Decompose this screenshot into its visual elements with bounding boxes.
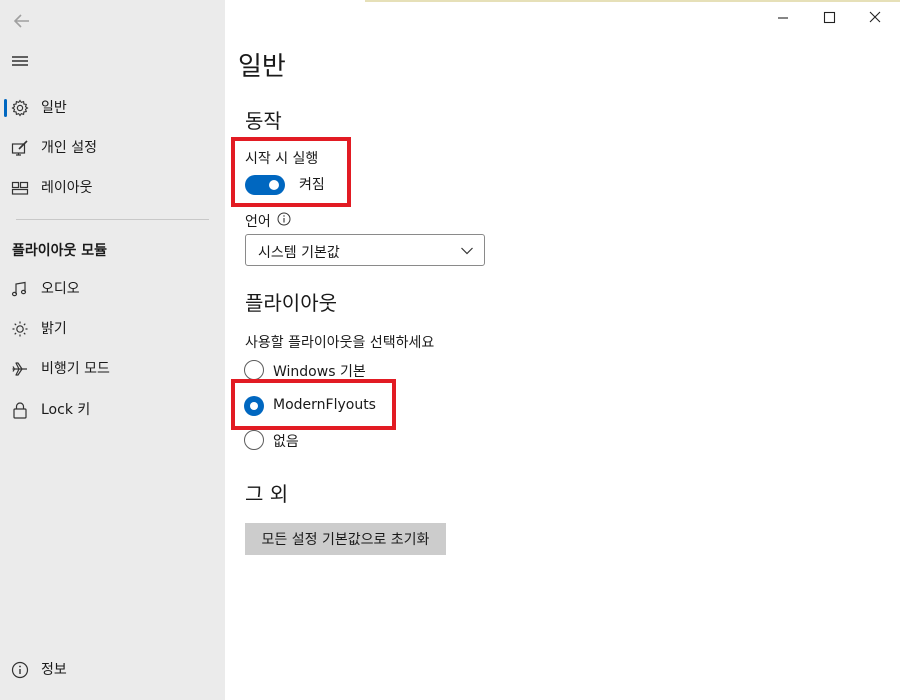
top-edge-line [365, 0, 900, 2]
startup-toggle-state: 켜짐 [299, 177, 325, 193]
music-note-icon [11, 280, 29, 298]
language-select-value: 시스템 기본값 [258, 245, 340, 261]
back-button[interactable] [10, 9, 34, 33]
close-icon [869, 11, 881, 23]
sun-icon [11, 320, 29, 338]
radio-button[interactable] [244, 360, 264, 380]
radio-label: ModernFlyouts [273, 397, 376, 413]
sidebar-item-label: 개인 설정 [41, 140, 97, 156]
sidebar: 일반 개인 설정 레이아웃 플라이아웃 모듈 오디오 밝기 비행기 모드 Loc… [0, 0, 225, 700]
chevron-down-icon [460, 244, 474, 258]
sidebar-divider [16, 219, 209, 220]
back-arrow-icon [13, 14, 29, 28]
hamburger-menu-icon [12, 56, 28, 66]
sidebar-item-airplane[interactable]: 비행기 모드 [0, 352, 225, 386]
startup-toggle[interactable] [245, 175, 285, 195]
sidebar-item-label: 오디오 [41, 281, 80, 297]
maximize-button[interactable] [816, 5, 842, 31]
sidebar-item-layout[interactable]: 레이아웃 [0, 171, 225, 205]
settings-window: 일반 개인 설정 레이아웃 플라이아웃 모듈 오디오 밝기 비행기 모드 Loc… [0, 0, 900, 700]
minimize-icon [778, 17, 788, 19]
personalize-icon [11, 139, 29, 157]
startup-label: 시작 시 실행 [245, 151, 319, 167]
flyout-prompt: 사용할 플라이아웃을 선택하세요 [245, 335, 435, 351]
sidebar-item-personalize[interactable]: 개인 설정 [0, 131, 225, 165]
radio-label: 없음 [273, 434, 299, 450]
airplane-icon [11, 360, 29, 378]
sidebar-item-label: 밝기 [41, 321, 67, 337]
sidebar-item-about[interactable]: 정보 [0, 653, 225, 687]
section-header-flyout-modules: 플라이아웃 모듈 [12, 243, 108, 259]
page-title: 일반 [238, 52, 286, 82]
radio-button[interactable] [244, 430, 264, 450]
menu-button[interactable] [8, 49, 34, 73]
sidebar-item-general[interactable]: 일반 [0, 91, 225, 125]
sidebar-item-audio[interactable]: 오디오 [0, 272, 225, 306]
section-title-behavior: 동작 [245, 109, 282, 133]
maximize-icon [823, 11, 836, 24]
info-icon [11, 661, 29, 679]
sidebar-item-label: 레이아웃 [41, 180, 93, 196]
language-select[interactable]: 시스템 기본값 [245, 234, 485, 266]
section-title-flyout: 플라이아웃 [245, 291, 337, 315]
sidebar-item-brightness[interactable]: 밝기 [0, 312, 225, 346]
minimize-button[interactable] [770, 5, 796, 31]
sidebar-item-label: 비행기 모드 [41, 361, 110, 377]
radio-button-selected[interactable] [244, 396, 264, 416]
sidebar-item-label: 정보 [41, 662, 67, 678]
gear-icon [11, 99, 29, 117]
layout-icon [11, 179, 29, 197]
language-label: 언어 [245, 214, 271, 230]
radio-label: Windows 기본 [273, 364, 366, 380]
close-button[interactable] [862, 5, 888, 31]
sidebar-item-label: 일반 [41, 100, 67, 116]
section-title-other: 그 외 [245, 482, 289, 506]
lock-icon [11, 401, 29, 419]
selection-indicator [4, 99, 7, 117]
sidebar-item-lock-keys[interactable]: Lock 키 [0, 393, 225, 427]
reset-settings-button[interactable]: 모든 설정 기본값으로 초기화 [245, 523, 446, 555]
toggle-knob [269, 180, 279, 190]
main-content: 일반 동작 시작 시 실행 켜짐 언어 시스템 기본값 플라이아웃 사용할 플라… [225, 0, 900, 700]
language-info-icon[interactable] [277, 212, 291, 226]
sidebar-item-label: Lock 키 [41, 402, 91, 418]
